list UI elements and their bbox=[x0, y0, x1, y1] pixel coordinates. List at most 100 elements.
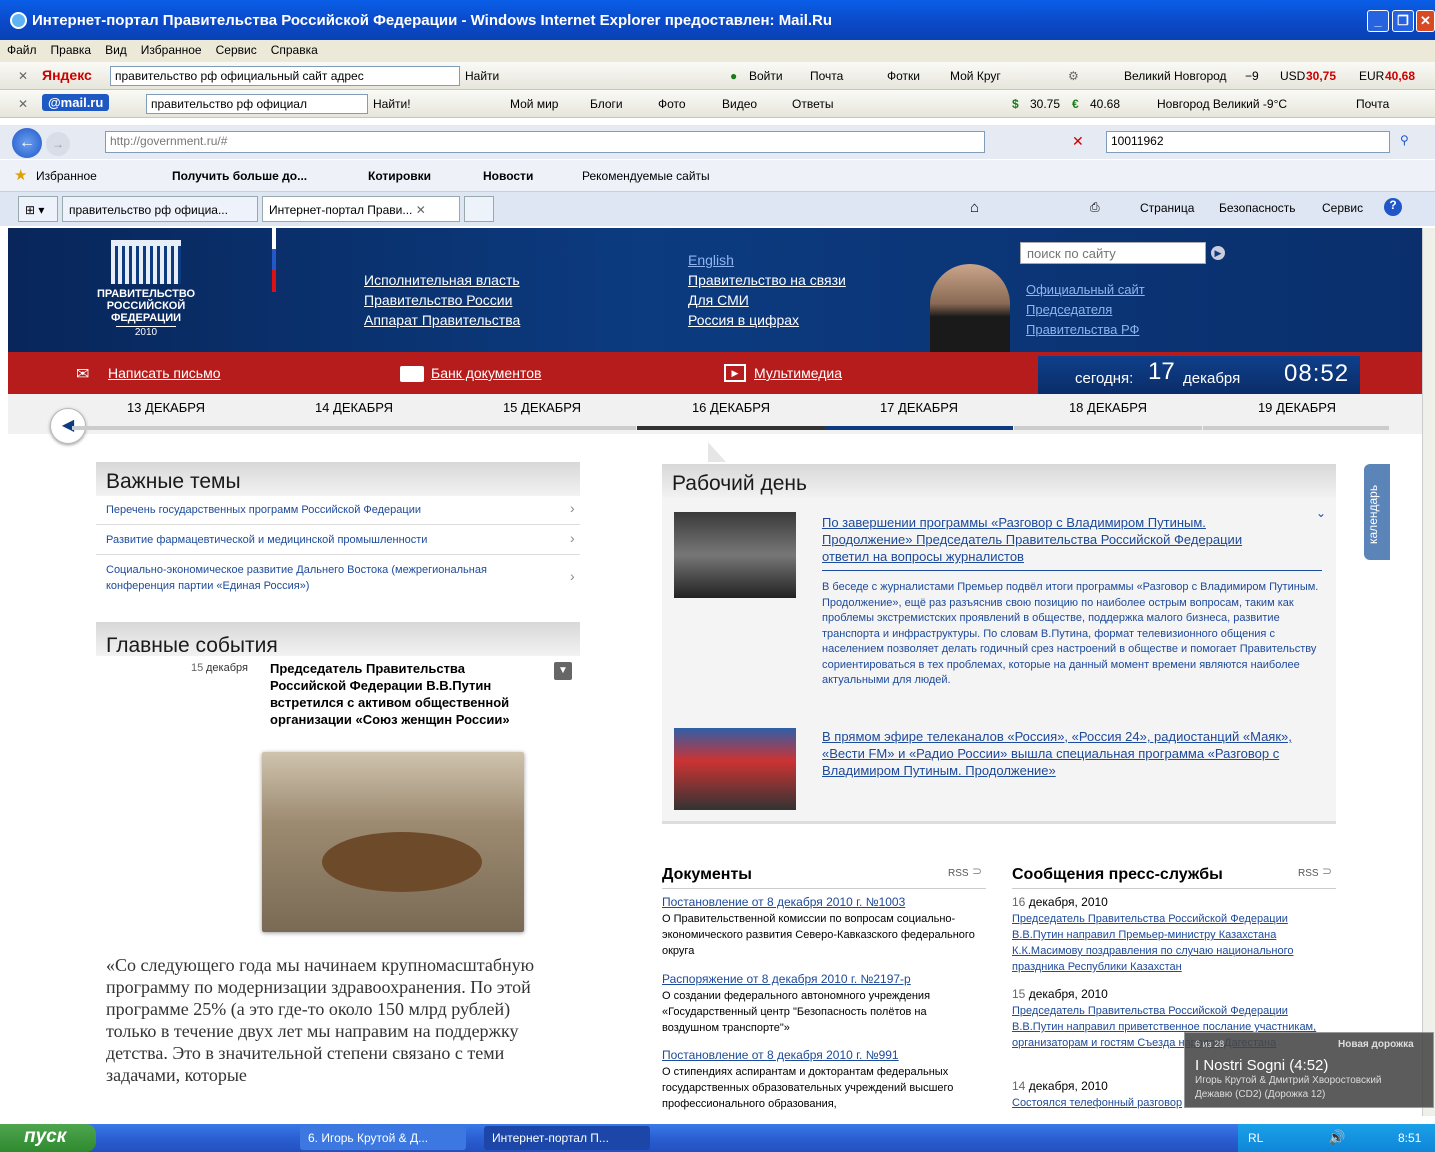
yandex-login-button[interactable]: Войти bbox=[749, 69, 783, 83]
tab-government[interactable]: Интернет-портал Прави... ✕ bbox=[262, 196, 460, 222]
nav-government[interactable]: Правительство России bbox=[364, 292, 512, 308]
day-18[interactable]: 18 ДЕКАБРЯ bbox=[1014, 400, 1202, 415]
mailru-mail-button[interactable]: Почта bbox=[1356, 97, 1389, 111]
close-icon[interactable]: ✕ bbox=[1416, 10, 1435, 32]
menu-file[interactable]: Файл bbox=[0, 40, 44, 60]
nav-contact[interactable]: Правительство на связи bbox=[688, 272, 846, 288]
day-15[interactable]: 15 ДЕКАБРЯ bbox=[448, 400, 636, 415]
search-go-icon[interactable]: ▶ bbox=[1211, 246, 1225, 260]
official-site-link-1[interactable]: Официальный сайт bbox=[1026, 282, 1145, 297]
fav-item-quotes[interactable]: Котировки bbox=[368, 169, 431, 183]
doc-link[interactable]: Распоряжение от 8 декабря 2010 г. №2197-… bbox=[662, 972, 911, 986]
chevron-down-icon[interactable]: ▼ bbox=[554, 662, 572, 680]
news-headline[interactable]: В прямом эфире телеканалов «Россия», «Ро… bbox=[822, 728, 1328, 779]
volume-icon[interactable]: 🔊 bbox=[1328, 1129, 1345, 1146]
write-letter-link[interactable]: Написать письмо bbox=[108, 365, 220, 381]
rss-link[interactable]: RSS bbox=[1298, 868, 1319, 879]
yandex-logo[interactable]: Яндекс bbox=[42, 67, 92, 83]
forward-icon[interactable]: → bbox=[46, 132, 70, 156]
rss-icon[interactable]: ⊃ bbox=[972, 864, 982, 878]
nav-english[interactable]: English bbox=[688, 252, 734, 268]
docs-bank-link[interactable]: Банк документов bbox=[431, 365, 541, 381]
video-button[interactable]: Видео bbox=[722, 97, 757, 111]
site-search-input[interactable] bbox=[1020, 242, 1206, 264]
day-13[interactable]: 13 ДЕКАБРЯ bbox=[72, 400, 260, 415]
mailru-logo[interactable]: @mail.ru bbox=[42, 94, 110, 111]
nav-media[interactable]: Для СМИ bbox=[688, 292, 749, 308]
official-site-link-3[interactable]: Правительства РФ bbox=[1026, 322, 1139, 337]
government-logo[interactable]: ПРАВИТЕЛЬСТВО РОССИЙСКОЙ ФЕДЕРАЦИИ 2010 bbox=[96, 240, 196, 350]
back-icon[interactable]: ← bbox=[12, 128, 42, 158]
task-player[interactable]: 6. Игорь Крутой & Д... bbox=[300, 1126, 466, 1150]
yandex-find-button[interactable]: Найти bbox=[465, 69, 499, 83]
url-input[interactable]: http://government.ru/# bbox=[105, 131, 985, 153]
day-19[interactable]: 19 ДЕКАБРЯ bbox=[1203, 400, 1391, 415]
stop-icon[interactable]: ✕ bbox=[1072, 133, 1084, 150]
topic-item[interactable]: Перечень государственных программ Россий… bbox=[106, 502, 556, 518]
close-tab-icon[interactable]: ✕ bbox=[416, 203, 426, 217]
rss-link[interactable]: RSS bbox=[948, 868, 969, 879]
multimedia-link[interactable]: Мультимедиа bbox=[754, 365, 842, 381]
photo-button[interactable]: Фото bbox=[658, 97, 686, 111]
help-icon[interactable]: ? bbox=[1384, 198, 1402, 216]
menu-help[interactable]: Справка bbox=[264, 40, 325, 60]
event-title[interactable]: Председатель Правительства Российской Фе… bbox=[270, 660, 526, 728]
rss-icon[interactable]: ⊃ bbox=[1322, 864, 1332, 878]
fav-item-recommended[interactable]: Рекомендуемые сайты bbox=[582, 169, 710, 183]
chevron-down-icon[interactable]: ⌄ bbox=[1316, 506, 1326, 520]
menu-favorites[interactable]: Избранное bbox=[134, 40, 209, 60]
player-notification[interactable]: 6 из 28 Новая дорожка I Nostri Sogni (4:… bbox=[1184, 1032, 1434, 1108]
mailru-search-input[interactable]: правительство рф официал bbox=[146, 94, 368, 114]
minimize-icon[interactable]: _ bbox=[1367, 10, 1389, 32]
fav-item-news[interactable]: Новости bbox=[483, 169, 533, 183]
start-button[interactable]: пуск bbox=[0, 1124, 96, 1152]
task-ie[interactable]: Интернет-портал П... bbox=[484, 1126, 650, 1150]
myworld-button[interactable]: Мой мир bbox=[510, 97, 558, 111]
event-photo[interactable] bbox=[262, 752, 524, 932]
news-photo[interactable] bbox=[674, 728, 796, 810]
blogs-button[interactable]: Блоги bbox=[590, 97, 623, 111]
close-toolbar-icon[interactable]: ✕ bbox=[18, 97, 28, 111]
weather-city[interactable]: Великий Новгород bbox=[1124, 69, 1227, 83]
nav-apparatus[interactable]: Аппарат Правительства bbox=[364, 312, 520, 328]
day-16[interactable]: 16 ДЕКАБРЯ bbox=[637, 400, 825, 415]
nav-figures[interactable]: Россия в цифрах bbox=[688, 312, 799, 328]
doc-link[interactable]: Постановление от 8 декабря 2010 г. №1003 bbox=[662, 895, 905, 909]
vertical-scrollbar[interactable] bbox=[1422, 228, 1435, 1116]
menu-edit[interactable]: Правка bbox=[44, 40, 99, 60]
print-icon[interactable]: ⎙ bbox=[1090, 200, 1100, 215]
topic-item[interactable]: Развитие фармацевтической и медицинской … bbox=[106, 532, 556, 548]
answers-button[interactable]: Ответы bbox=[792, 97, 833, 111]
day-14[interactable]: 14 ДЕКАБРЯ bbox=[260, 400, 448, 415]
day-17[interactable]: 17 ДЕКАБРЯ bbox=[825, 400, 1013, 415]
maximize-icon[interactable]: ❐ bbox=[1392, 10, 1414, 32]
close-toolbar-icon[interactable]: ✕ bbox=[18, 69, 28, 83]
yandex-photos-button[interactable]: Фотки bbox=[887, 69, 920, 83]
doc-link[interactable]: Постановление от 8 декабря 2010 г. №991 bbox=[662, 1048, 899, 1062]
news-photo[interactable] bbox=[674, 512, 796, 598]
official-site-link-2[interactable]: Председателя bbox=[1026, 302, 1112, 317]
press-item[interactable]: Председатель Правительства Российской Фе… bbox=[1012, 911, 1336, 975]
calendar-tab[interactable]: календарь bbox=[1364, 464, 1390, 560]
menu-tools[interactable]: Сервис bbox=[209, 40, 264, 60]
news-headline[interactable]: По завершении программы «Разговор с Влад… bbox=[822, 514, 1292, 565]
security-menu[interactable]: Безопасность bbox=[1219, 201, 1296, 215]
topic-item[interactable]: Социально-экономическое развитие Дальнег… bbox=[106, 562, 556, 594]
search-icon[interactable]: ⚲ bbox=[1400, 133, 1409, 147]
page-menu[interactable]: Страница bbox=[1140, 201, 1194, 215]
language-indicator[interactable]: RL bbox=[1248, 1131, 1263, 1145]
quick-tabs-icon[interactable]: ⊞ ▾ bbox=[18, 196, 58, 222]
favorites-button[interactable]: Избранное bbox=[36, 169, 97, 183]
fav-item-more[interactable]: Получить больше до... bbox=[172, 169, 307, 183]
home-icon[interactable]: ⌂ bbox=[970, 199, 979, 216]
mailru-find-button[interactable]: Найти! bbox=[373, 97, 411, 111]
yandex-circle-button[interactable]: Мой Круг bbox=[950, 69, 1001, 83]
menu-view[interactable]: Вид bbox=[98, 40, 134, 60]
nav-executive[interactable]: Исполнительная власть bbox=[364, 272, 520, 288]
search-input[interactable]: 10011962 bbox=[1106, 131, 1390, 153]
mailru-weather[interactable]: Новгород Великий -9°C bbox=[1157, 97, 1287, 111]
tools-menu[interactable]: Сервис bbox=[1322, 201, 1363, 215]
gear-icon[interactable]: ⚙ bbox=[1068, 69, 1079, 83]
new-tab-button[interactable] bbox=[464, 196, 494, 222]
yandex-search-input[interactable]: правительство рф официальный сайт адрес bbox=[110, 66, 460, 86]
